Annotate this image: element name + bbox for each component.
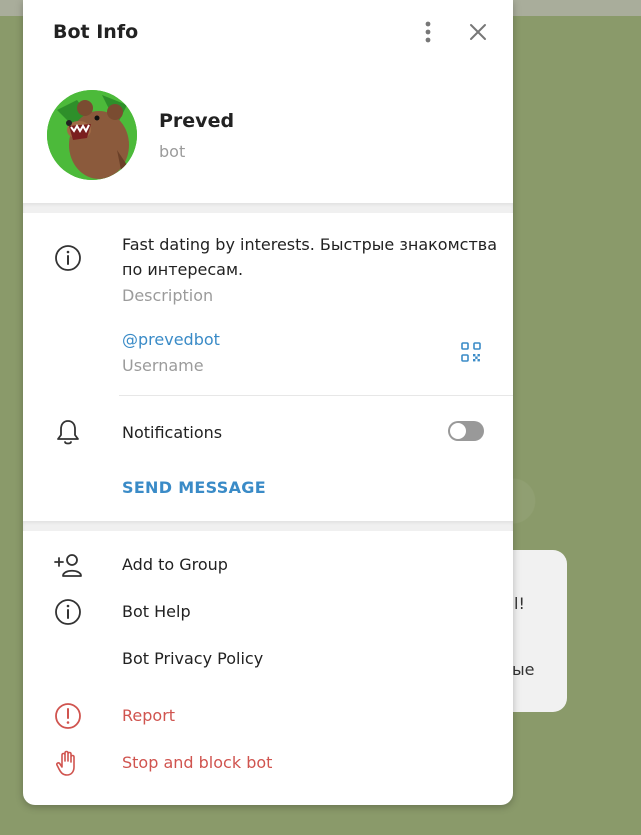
divider — [119, 395, 513, 396]
section-separator — [23, 203, 513, 213]
username-link[interactable]: @prevedbot — [122, 330, 220, 349]
add-to-group-item[interactable]: Add to Group — [122, 555, 228, 574]
bear-avatar-image — [47, 90, 137, 180]
qr-code-button[interactable] — [460, 341, 484, 365]
background-chat-text-2: ые — [512, 660, 535, 679]
toggle-knob — [450, 423, 466, 439]
background-chat-text-1: l! — [514, 594, 525, 613]
add-user-icon — [53, 550, 83, 580]
more-options-button[interactable] — [412, 18, 444, 50]
report-item[interactable]: Report — [122, 706, 175, 725]
section-separator — [23, 521, 513, 531]
avatar[interactable] — [47, 90, 137, 180]
bot-info-dialog: Bot Info Preved bot Fast dating by inter… — [23, 0, 513, 805]
bot-privacy-policy-item[interactable]: Bot Privacy Policy — [122, 649, 263, 668]
dialog-title: Bot Info — [53, 21, 139, 43]
notifications-label: Notifications — [122, 423, 223, 442]
report-icon — [53, 701, 83, 731]
hand-stop-icon — [53, 748, 83, 778]
bell-icon — [53, 417, 83, 447]
description-label: Description — [122, 286, 214, 305]
description-text-line1: Fast dating by interests. Быстрые знаком… — [122, 235, 497, 254]
bot-name: Preved — [159, 110, 235, 132]
description-text-line2: по интересам. — [122, 260, 244, 279]
more-vertical-icon — [425, 21, 431, 47]
close-icon — [469, 23, 487, 45]
username-label: Username — [122, 356, 204, 375]
stop-and-block-item[interactable]: Stop and block bot — [122, 753, 272, 772]
close-button[interactable] — [462, 18, 494, 50]
notifications-toggle[interactable] — [448, 421, 484, 441]
bot-help-item[interactable]: Bot Help — [122, 602, 191, 621]
info-icon — [53, 597, 83, 627]
bot-subtitle: bot — [159, 142, 186, 161]
send-message-button[interactable]: SEND MESSAGE — [122, 478, 266, 497]
qr-code-icon — [461, 342, 481, 362]
info-icon — [53, 243, 83, 273]
